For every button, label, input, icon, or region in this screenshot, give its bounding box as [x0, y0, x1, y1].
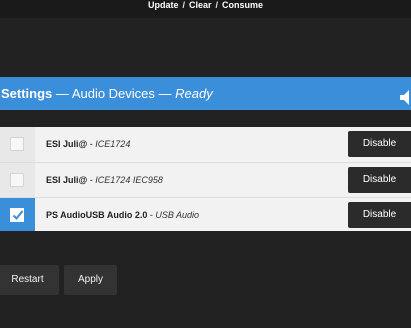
device-driver: ICE1724 IEC958: [95, 175, 163, 185]
top-bar: Update / Clear / Consume: [0, 0, 411, 18]
nav-separator: /: [215, 0, 219, 10]
device-row: ESI Juli@ - ICE1724 Disable: [0, 127, 411, 162]
device-name: ESI Juli@: [46, 139, 88, 149]
device-checkbox[interactable]: [10, 173, 24, 187]
title-dash: —: [52, 86, 72, 101]
restart-button[interactable]: Restart: [0, 265, 59, 295]
consume-link[interactable]: Consume: [222, 0, 263, 10]
disable-button[interactable]: Disable: [348, 131, 411, 157]
device-driver: USB Audio: [155, 210, 200, 220]
check-icon: [12, 210, 24, 220]
device-checkbox-cell[interactable]: [0, 198, 35, 231]
title-dash: —: [154, 86, 176, 101]
top-navigation: Update / Clear / Consume: [0, 0, 411, 13]
device-name: ESI Juli@: [46, 175, 88, 185]
panel-title-settings: Settings: [1, 86, 53, 101]
device-label: PS AudioUSB Audio 2.0 - USB Audio: [46, 198, 199, 231]
speaker-icon[interactable]: [399, 85, 411, 105]
apply-button[interactable]: Apply: [64, 265, 117, 295]
device-driver: ICE1724: [95, 139, 131, 149]
status-text: Ready: [175, 86, 213, 101]
device-checkbox[interactable]: [10, 137, 24, 151]
app-page: Update / Clear / Consume Settings — Audio De…: [0, 0, 411, 328]
disable-button[interactable]: Disable: [348, 167, 411, 193]
device-name: PS AudioUSB Audio 2.0: [46, 210, 148, 220]
device-checkbox-cell[interactable]: [0, 127, 35, 162]
nav-separator: /: [182, 0, 185, 10]
update-link[interactable]: Update: [148, 0, 179, 10]
device-checkbox-cell[interactable]: [0, 163, 35, 197]
device-row: ESI Juli@ - ICE1724 IEC958 Disable: [0, 162, 411, 197]
device-label: ESI Juli@ - ICE1724 IEC958: [46, 163, 163, 197]
secondary-bar: [0, 18, 411, 62]
device-checkbox[interactable]: [10, 208, 24, 222]
clear-link[interactable]: Clear: [189, 0, 212, 10]
panel-header: Settings — Audio Devices — Ready: [0, 77, 411, 110]
panel-title-section: Audio Devices: [71, 86, 155, 101]
device-label: ESI Juli@ - ICE1724: [46, 127, 130, 162]
device-row: PS AudioUSB Audio 2.0 - USB Audio Disabl…: [0, 197, 411, 231]
disable-button[interactable]: Disable: [348, 202, 411, 228]
